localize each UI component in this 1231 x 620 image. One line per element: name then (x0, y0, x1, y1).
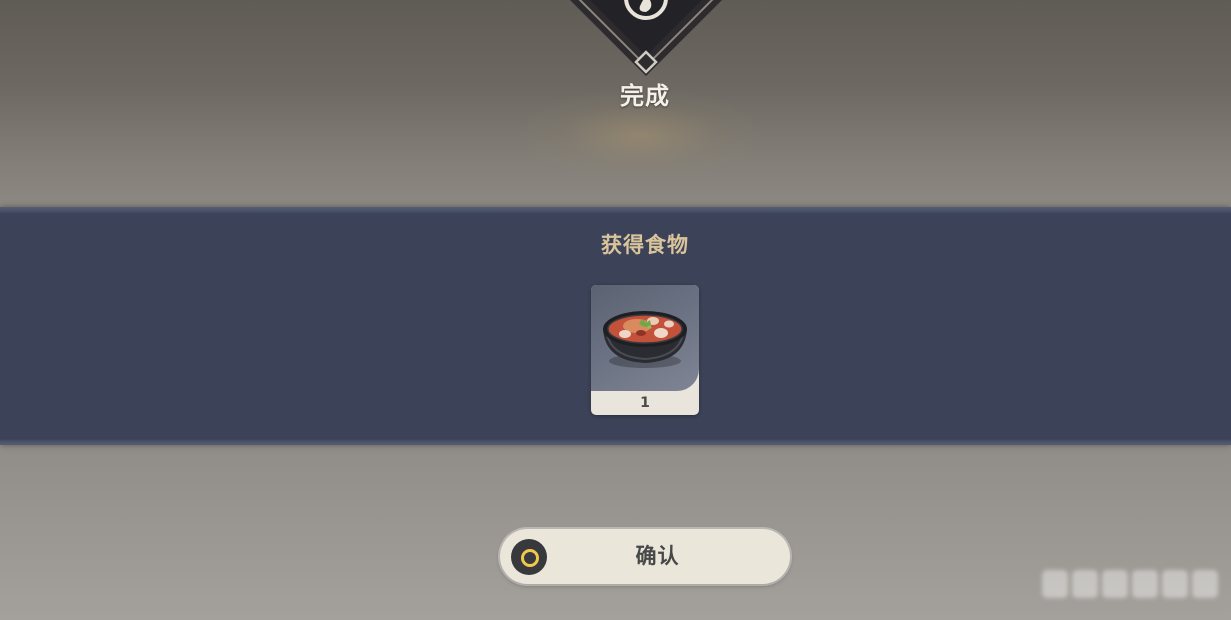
watermark-glyph (1102, 570, 1128, 598)
watermark-glyph (1132, 570, 1158, 598)
reward-panel-bottom-edge (0, 439, 1231, 445)
reward-panel: 获得食物 1 (0, 207, 1231, 445)
reward-panel-top-edge (0, 207, 1231, 214)
reward-item-card[interactable]: 1 (591, 285, 699, 415)
food-stew-bowl-icon (603, 311, 687, 368)
watermark-glyph (1162, 570, 1188, 598)
confirm-button-label: 确认 (635, 544, 680, 568)
watermark-glyph (1072, 570, 1098, 598)
blurred-watermark (1040, 562, 1225, 606)
reward-item-count: 1 (640, 395, 650, 411)
reward-panel-title: 获得食物 (601, 233, 689, 257)
cooking-result-screen: 完成 获得食物 1 确认 (0, 0, 1231, 620)
completion-title: 完成 (620, 82, 670, 110)
watermark-glyph (1042, 570, 1068, 598)
controller-circle-button-icon (511, 539, 547, 575)
completion-emblem-icon (570, 0, 722, 76)
confirm-button[interactable]: 确认 (500, 529, 790, 584)
watermark-glyph (1192, 570, 1218, 598)
